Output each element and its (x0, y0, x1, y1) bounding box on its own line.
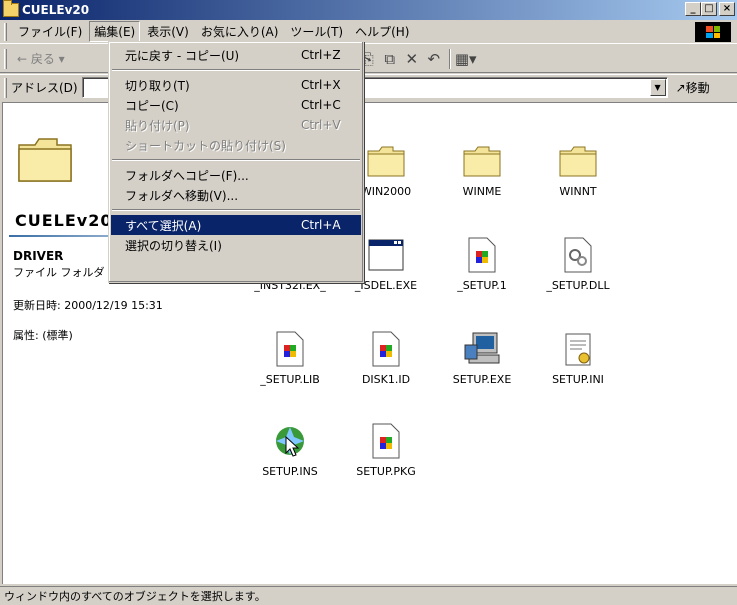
undo-icon[interactable]: ↶ (423, 49, 445, 69)
menu-item-shortcut: Ctrl+V (301, 118, 341, 132)
folder-icon (18, 138, 72, 182)
menu-separator (112, 69, 360, 71)
menu-item-label: 元に戻す - コピー(U) (125, 48, 240, 63)
file-item[interactable]: SETUP.EXE (437, 329, 527, 386)
file-label: SETUP.INS (262, 465, 318, 478)
file-item[interactable]: _SETUP.1 (437, 235, 527, 292)
file-item[interactable]: SETUP.PKG (341, 421, 431, 478)
menu-item-label: 切り取り(T) (125, 78, 190, 93)
views-icon[interactable]: ▦▾ (455, 49, 477, 69)
selected-item-attributes: 属性: (標準) (13, 329, 73, 342)
menu-item-label: 選択の切り替え(I) (125, 238, 222, 253)
toolbar-grip[interactable] (4, 77, 7, 98)
file-label: SETUP.PKG (356, 465, 416, 478)
status-text: ウィンドウ内のすべてのオブジェクトを選択します。 (4, 590, 266, 603)
file-label: _SETUP.LIB (260, 373, 320, 386)
menu-item-label: すべて選択(A) (125, 218, 202, 233)
menu-item-label: コピー(C) (125, 98, 179, 113)
selected-item-date: 更新日時: 2000/12/19 15:31 (13, 299, 163, 312)
windows-logo-icon (695, 22, 731, 42)
menu-item-label: フォルダへコピー(F)... (125, 168, 249, 183)
menu-item-copy[interactable]: コピー(C) Ctrl+C (111, 95, 361, 115)
minimize-button[interactable]: _ (685, 2, 701, 16)
status-bar: ウィンドウ内のすべてのオブジェクトを選択します。 (0, 586, 737, 605)
menu-favorites[interactable]: お気に入り(A) (196, 21, 284, 42)
menu-item-shortcut: Ctrl+C (301, 98, 341, 112)
folder-icon (463, 146, 501, 177)
maximize-button[interactable]: □ (701, 2, 717, 16)
menu-edit[interactable]: 編集(E) (89, 21, 141, 42)
menu-item-shortcut: Ctrl+A (301, 218, 341, 232)
file-label: WINNT (559, 185, 597, 198)
menu-item-undo[interactable]: 元に戻す - コピー(U) Ctrl+Z (111, 45, 361, 65)
go-label: 移動 (685, 81, 710, 95)
menu-file[interactable]: ファイル(F) (13, 21, 87, 42)
menu-item-move-to-folder[interactable]: フォルダへ移動(V)... (111, 185, 361, 205)
setup-exe-icon (464, 332, 500, 364)
title-bar[interactable]: CUELEv20 _ □ × (0, 0, 737, 20)
menu-tools[interactable]: ツール(T) (285, 21, 348, 42)
setup-file-icon (468, 237, 496, 273)
banner-title: CUELEv20 (15, 211, 113, 230)
selected-item-type: ファイル フォルダ (13, 266, 105, 279)
menu-item-copy-to-folder[interactable]: フォルダへコピー(F)... (111, 165, 361, 185)
file-item[interactable]: _SETUP.LIB (245, 329, 335, 386)
folder-icon (367, 146, 405, 177)
menu-item-cut[interactable]: 切り取り(T) Ctrl+X (111, 75, 361, 95)
menu-separator (112, 159, 360, 161)
toolbar-grip[interactable] (4, 22, 7, 41)
menu-item-label: 貼り付け(P) (125, 118, 190, 133)
selected-item-name: DRIVER (13, 249, 64, 263)
menu-item-paste: 貼り付け(P) Ctrl+V (111, 115, 361, 135)
ini-icon (565, 333, 591, 366)
go-arrow-icon: ↗ (675, 81, 686, 95)
file-label: SETUP.EXE (452, 373, 512, 386)
file-label: _SETUP.DLL (546, 279, 610, 292)
menu-separator (112, 209, 360, 211)
explorer-window: CUELEv20 _ □ × ファイル(F) 編集(E) 表示(V) お気に入り… (0, 0, 737, 605)
file-item[interactable]: _SETUP.DLL (533, 235, 623, 292)
file-item[interactable]: WINME (437, 141, 527, 198)
edit-menu-dropdown: 元に戻す - コピー(U) Ctrl+Z 切り取り(T) Ctrl+X コピー(… (108, 41, 364, 283)
menu-item-invert-selection[interactable]: 選択の切り替え(I) (111, 235, 361, 255)
back-button[interactable]: ← 戻る ▾ (13, 50, 69, 67)
menu-item-select-all[interactable]: すべて選択(A) Ctrl+A (111, 215, 361, 235)
address-label: アドレス(D) (11, 81, 78, 95)
close-button[interactable]: × (719, 2, 735, 16)
go-button[interactable]: ↗移動 (676, 79, 710, 96)
dll-icon (564, 237, 592, 273)
menu-view[interactable]: 表示(V) (142, 21, 194, 42)
file-label: SETUP.INI (552, 373, 604, 386)
menu-help[interactable]: ヘルプ(H) (350, 21, 414, 42)
setup-file-icon (372, 331, 400, 367)
file-item[interactable]: DISK1.ID (341, 329, 431, 386)
setup-file-icon (276, 331, 304, 367)
folder-icon (3, 0, 19, 17)
window-title: CUELEv20 (22, 3, 90, 17)
file-label: _SETUP.1 (457, 279, 507, 292)
copy-to-icon[interactable]: ⧉ (379, 49, 401, 69)
menu-item-paste-shortcut: ショートカットの貼り付け(S) (111, 135, 361, 155)
exe-window-icon (368, 239, 404, 271)
file-label: WINME (462, 185, 502, 198)
ins-icon (276, 427, 304, 457)
menu-item-shortcut: Ctrl+X (301, 78, 341, 92)
toolbar-grip[interactable] (4, 48, 7, 69)
file-item[interactable]: SETUP.INS (245, 421, 335, 478)
window-controls: _ □ × (685, 2, 735, 16)
file-label: DISK1.ID (361, 373, 411, 386)
menu-item-shortcut: Ctrl+Z (301, 48, 341, 62)
menu-item-label: フォルダへ移動(V)... (125, 188, 239, 203)
delete-icon[interactable]: ✕ (401, 49, 423, 69)
chevron-down-icon[interactable]: ▼ (649, 79, 666, 96)
toolbar-separator (448, 48, 451, 69)
folder-icon (559, 146, 597, 177)
setup-file-icon (372, 423, 400, 459)
file-item[interactable]: WINNT (533, 141, 623, 198)
menu-item-label: ショートカットの貼り付け(S) (125, 138, 286, 153)
file-item[interactable]: SETUP.INI (533, 329, 623, 386)
